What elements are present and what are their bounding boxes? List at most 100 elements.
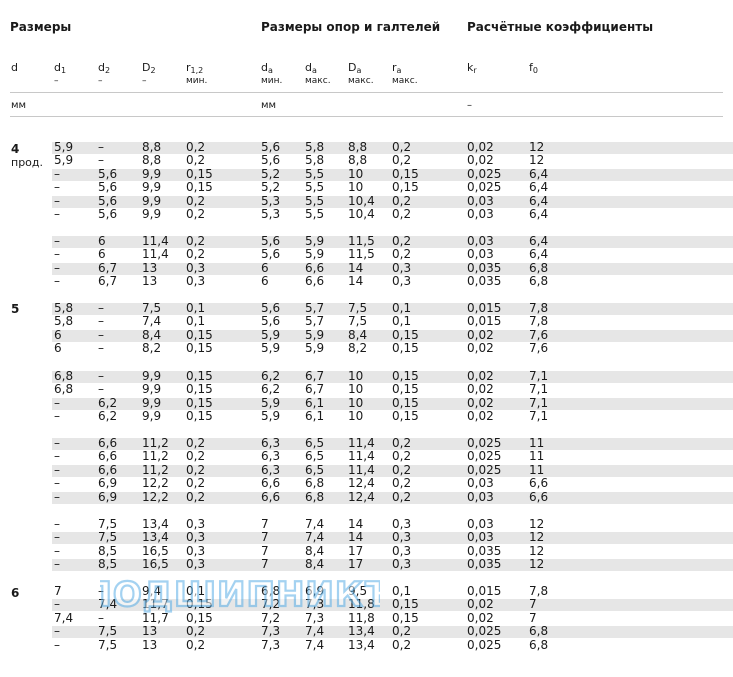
table-cell-f0: 12 [529,543,545,558]
table-cell-f0: 6,8 [529,274,549,288]
table-cell-da_max: 5,5 [305,193,325,208]
table-cell-ra_max: 0,3 [392,543,412,558]
table-cell-ra_max: 0,3 [392,557,412,571]
table-cell-f0: 12 [529,557,545,571]
table-cell-da_min: 6,6 [261,489,281,504]
table-cell-da_max: 8,4 [305,543,325,558]
table-cell-da_max: 6,5 [305,449,325,463]
table-cell-da_max: 6,1 [305,395,325,410]
table-cell-kr: 0,02 [467,368,494,383]
table-cell-f0: 7,1 [529,409,549,423]
table-cell-d1: 5,9 [54,139,74,154]
table-cell-f0: 7,1 [529,368,549,383]
table-cell-Da_max: 11,5 [348,233,375,248]
table-cell-d2: 6 [98,247,106,261]
table-cell-d2: 8,5 [98,543,118,558]
table-cell-D2: 13 [142,624,158,638]
table-cell-D2: 9,9 [142,180,162,194]
table-cell-da_max: 5,5 [305,207,325,221]
table-cell-d2: 7,5 [98,624,118,638]
table-cell-D2: 12,2 [142,489,169,504]
column-header-d1: d1 [54,61,67,76]
table-cell-da_max: 7,4 [305,624,325,638]
table-cell-D2: 7,4 [142,314,162,328]
table-cell-Da_max: 10 [348,166,364,181]
table-cell-da_min: 7 [261,516,269,531]
table-cell-f0: 6,8 [529,637,549,652]
table-cell-d1: – [54,193,60,208]
table-cell-d1: – [54,409,60,423]
column-header-ra_max: ra [392,61,402,76]
table-cell-ra_max: 0,2 [392,449,412,463]
table-cell-d2: 5,6 [98,193,118,208]
table-cell-D2: 11,2 [142,435,169,450]
table-cell-r12: 0,2 [186,462,206,477]
table-cell-d2: 6,6 [98,462,118,477]
table-cell-ra_max: 0,3 [392,260,412,275]
table-cell-r12: 0,15 [186,409,213,423]
table-cell-ra_max: 0,3 [392,274,412,288]
table-cell-da_min: 7 [261,543,269,558]
table-cell-r12: 0,15 [186,180,213,194]
table-cell-D2: 9,9 [142,368,162,383]
column-header-Da_max-qualifier: макс. [348,76,374,86]
table-cell-Da_max: 10,4 [348,207,375,221]
table-cell-d1: – [54,462,60,477]
table-cell-da_max: 5,9 [305,233,325,248]
table-cell-ra_max: 0,3 [392,516,412,531]
table-cell-ra_max: 0,2 [392,139,412,154]
table-cell-da_min: 7,3 [261,624,281,638]
table-cell-d1: – [54,449,60,463]
table-cell-d1: – [54,557,60,571]
table-cell-ra_max: 0,1 [392,300,412,315]
table-cell-ra_max: 0,2 [392,637,412,652]
table-cell-da_min: 6,3 [261,449,281,463]
table-cell-Da_max: 10 [348,368,364,383]
table-cell-Da_max: 12,4 [348,476,375,490]
table-cell-r12: 0,2 [186,207,206,221]
table-cell-da_max: 5,8 [305,153,325,167]
table-cell-d1: – [54,395,60,410]
table-cell-f0: 7,8 [529,583,549,598]
table-cell-Da_max: 8,8 [348,139,368,154]
table-cell-da_max: 5,7 [305,300,325,315]
table-cell-d1: – [54,274,60,288]
table-cell-da_min: 5,6 [261,300,281,315]
table-cell-kr: 0,03 [467,476,494,490]
section-title-factors: Расчётные коэффициенты [467,20,654,34]
table-cell-D2: 9,9 [142,395,162,410]
table-cell-d2: – [98,139,104,154]
table-cell-f0: 7,8 [529,300,549,315]
table-cell-d1: – [54,435,60,450]
table-cell-r12: 0,3 [186,543,206,558]
column-header-f0: f0 [529,61,538,76]
table-cell-D2: 8,8 [142,139,162,154]
table-cell-D2: 13,4 [142,530,169,544]
table-cell-ra_max: 0,2 [392,462,412,477]
column-header-da_min-qualifier: мин. [261,76,283,86]
table-cell-d2: 6,2 [98,409,118,423]
table-cell-d1: – [54,180,60,194]
column-header-ra_max-qualifier: макс. [392,76,418,86]
section-title-sizes: Размеры [10,20,72,34]
table-cell-d2: 7,5 [98,637,118,652]
table-cell-kr: 0,015 [467,314,502,328]
table-cell-d1: – [54,476,60,490]
table-cell-f0: 11 [529,449,545,463]
table-cell-D2: 7,5 [142,300,162,315]
table-cell-r12: 0,2 [186,476,206,490]
group-d-5: 5 [11,302,20,316]
table-cell-kr: 0,03 [467,489,494,504]
table-cell-d2: 6,6 [98,435,118,450]
table-cell-ra_max: 0,15 [392,166,419,181]
units-sizes: мм [11,100,27,111]
table-cell-ra_max: 0,2 [392,435,412,450]
table-cell-kr: 0,025 [467,435,502,450]
column-header-d1-qualifier: – [54,76,59,86]
table-cell-kr: 0,015 [467,300,502,315]
section-title-abutment: Размеры опор и галтелей [261,20,441,34]
table-cell-d1: – [54,624,60,638]
table-cell-r12: 0,3 [186,530,206,544]
column-header-d2-qualifier: – [98,76,103,86]
table-cell-f0: 7,8 [529,314,549,328]
